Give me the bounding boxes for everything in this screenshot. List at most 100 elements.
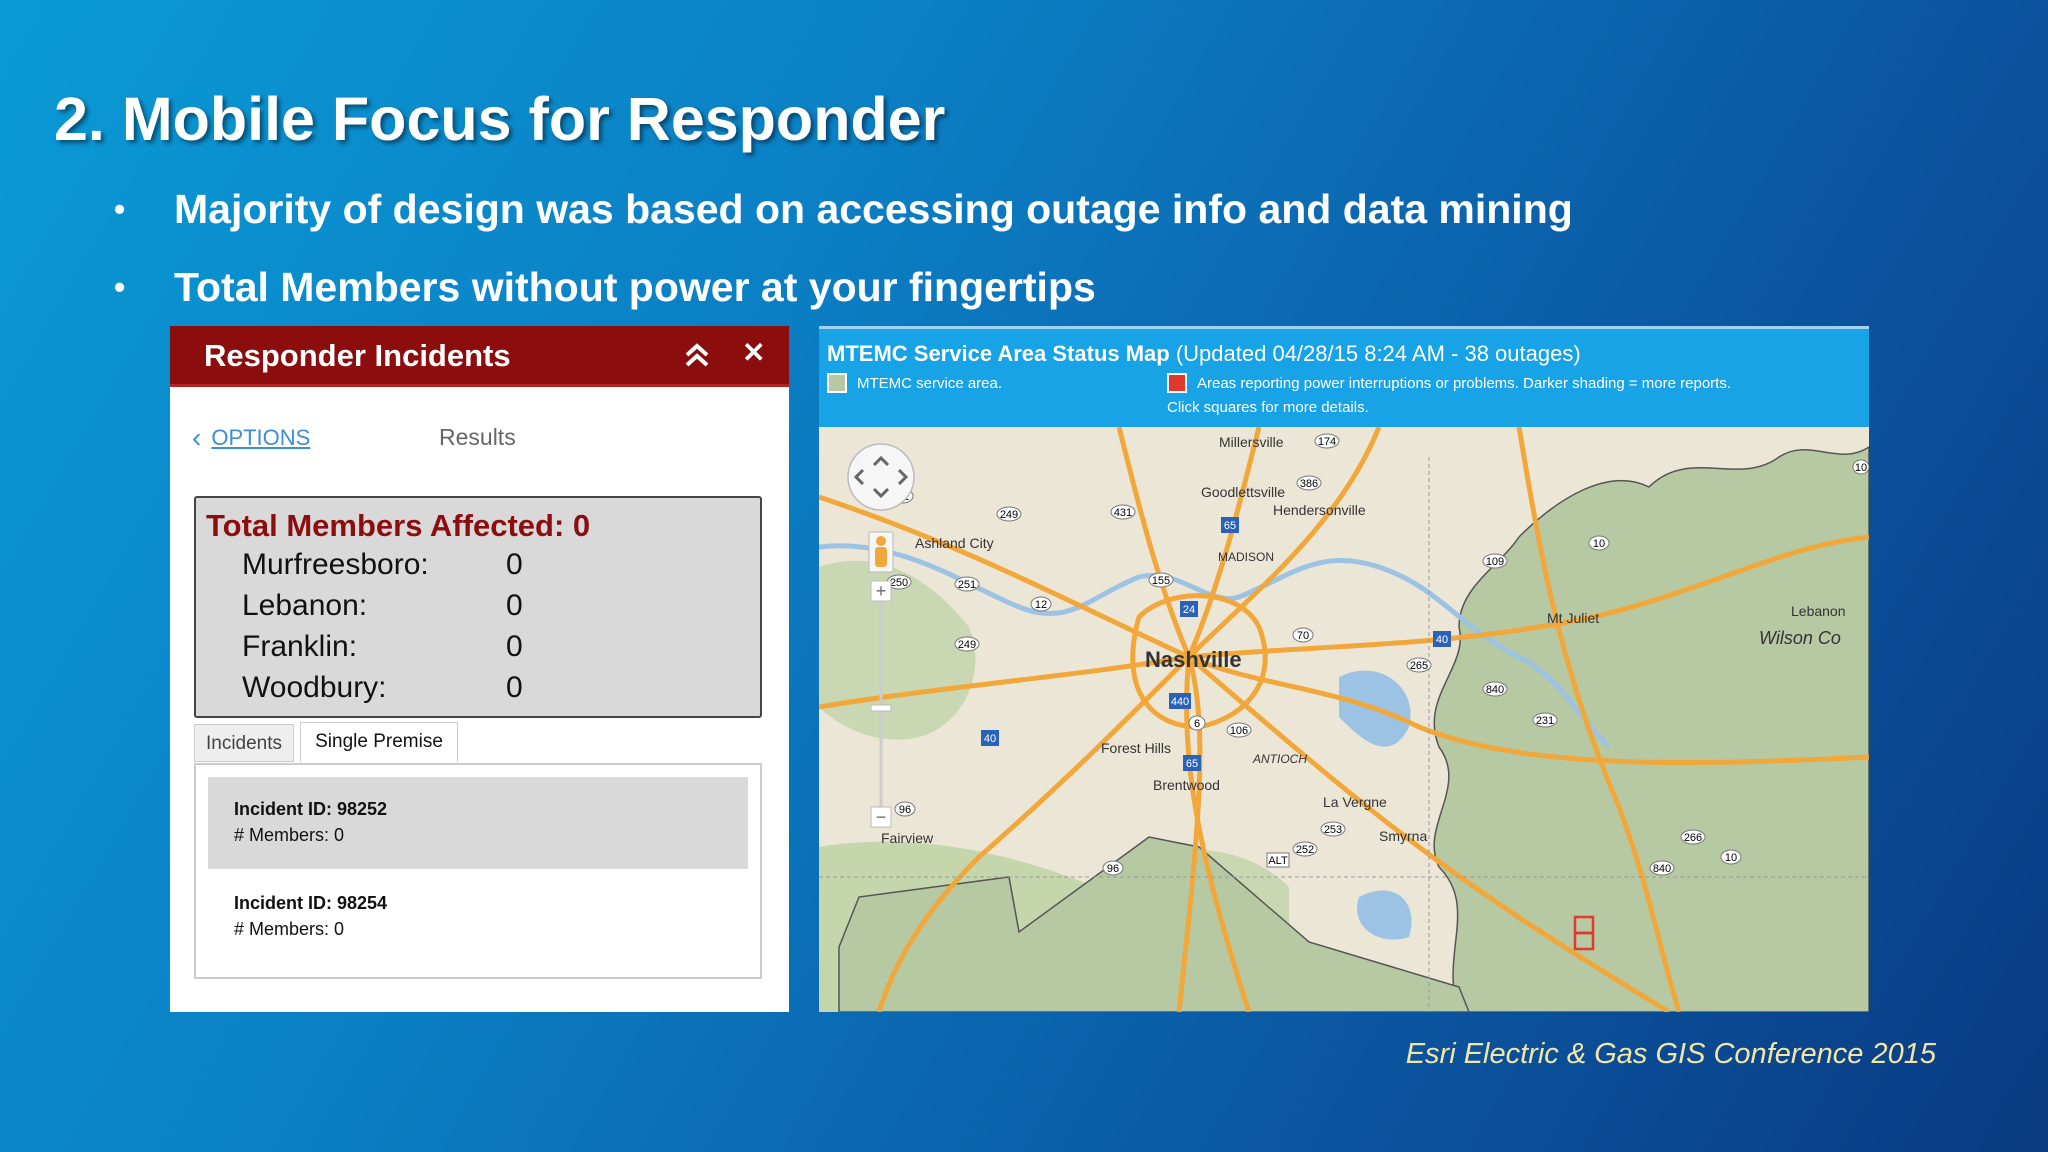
bullet-item: • Total Members without power at your fi… [110,256,1573,334]
route-shield: 440 [1171,696,1189,708]
map-title: MTEMC Service Area Status Map (Updated 0… [827,341,1581,367]
bullet-list: • Majority of design was based on access… [110,178,1573,334]
total-members-affected: Total Members Affected: 0 [206,508,591,543]
collapse-icon[interactable] [682,338,712,372]
incident-list: Incident ID: 98252 # Members: 0 Incident… [194,763,762,979]
members-summary-box: Total Members Affected: 0 Murfreesboro: … [194,496,762,718]
service-area-swatch [827,373,847,393]
map-title-updated: (Updated 04/28/15 8:24 AM - 38 outages) [1169,341,1581,366]
route-shield: 231 [1536,715,1554,727]
place-label: MADISON [1218,550,1274,564]
route-shield: 265 [1410,660,1428,672]
route-shield: 96 [899,804,911,816]
slide-title: 2. Mobile Focus for Responder [54,85,946,153]
panel-title: Responder Incidents [204,338,511,373]
incident-members: # Members: 0 [234,825,345,845]
place-label: Goodlettsville [1201,484,1285,500]
area-name: Lebanon: [242,589,368,622]
place-label: Wilson Co [1759,628,1841,648]
route-shield: 24 [1183,604,1195,616]
route-shield: 840 [1653,863,1671,875]
area-value: 0 [506,671,523,704]
place-label: Millersville [1219,434,1284,450]
tab-single-premise[interactable]: Single Premise [300,722,458,762]
route-shield: 253 [1324,824,1342,836]
area-value: 0 [506,589,523,622]
map-title-main: MTEMC Service Area Status Map [827,341,1170,366]
close-icon[interactable]: ✕ [742,336,765,369]
conference-footer: Esri Electric & Gas GIS Conference 2015 [1405,1038,1936,1070]
area-value: 0 [506,630,523,663]
place-label: La Vergne [1323,794,1387,810]
route-shield: 386 [1300,478,1318,490]
route-shield: 70 [1297,630,1309,642]
slide: 2. Mobile Focus for Responder • Majority… [0,0,2048,1152]
bullet-text: Total Members without power at your fing… [174,264,1096,310]
place-label: Forest Hills [1101,740,1171,756]
route-shield: 431 [1114,507,1132,519]
place-label: Brentwood [1153,777,1220,793]
options-label: OPTIONS [211,425,311,450]
results-label: Results [439,424,516,450]
route-shield: 40 [984,733,996,745]
route-shield: 6 [1194,718,1200,730]
bullet-dot: • [114,269,126,305]
route-shield: 155 [1152,575,1170,587]
responder-incidents-panel: Responder Incidents ✕ ‹ OPTIONS Results T… [170,326,789,1012]
place-label: Smyrna [1379,828,1427,844]
route-shield: 106 [1230,725,1248,737]
area-row: Woodbury: 0 [242,671,523,705]
incident-item[interactable]: Incident ID: 98254 # Members: 0 [208,871,748,963]
place-label: Ashland City [915,535,994,551]
area-name: Murfreesboro: [242,548,429,581]
incident-item[interactable]: Incident ID: 98252 # Members: 0 [208,777,748,869]
place-label: Lebanon [1791,603,1846,619]
route-shield: 10 [1725,852,1737,864]
route-shield: 65 [1224,520,1236,532]
place-label: Mt Juliet [1547,610,1599,626]
route-shield: 840 [1486,684,1504,696]
route-shield: 65 [1186,758,1198,770]
place-label: Nashville [1145,647,1242,672]
bullet-text: Majority of design was based on accessin… [174,186,1573,232]
route-shield: 251 [958,579,976,591]
legend-outage: Areas reporting power interruptions or p… [1197,375,1731,392]
route-shield: 249 [958,639,976,651]
area-row: Franklin: 0 [242,630,523,664]
incident-members: # Members: 0 [234,919,345,939]
route-shield: 12 [1035,599,1047,611]
street-view-pegman-icon[interactable] [868,531,894,573]
options-link[interactable]: ‹ OPTIONS [192,422,310,454]
zoom-slider-handle[interactable] [870,704,892,712]
route-shield: 266 [1684,832,1702,844]
place-label: Hendersonville [1273,502,1366,518]
legend-service-area: MTEMC service area. [857,375,1003,392]
route-shield: 249 [1000,509,1018,521]
bullet-item: • Majority of design was based on access… [110,178,1573,256]
route-shield: ALT [1268,855,1288,867]
route-shield: 10 [1593,538,1605,550]
panel-header: Responder Incidents ✕ [170,326,789,387]
area-name: Woodbury: [242,671,387,704]
place-label: Fairview [881,830,934,846]
area-row: Lebanon: 0 [242,589,523,623]
chevron-left-icon: ‹ [192,422,202,453]
route-shield: 252 [1296,844,1314,856]
incident-id: Incident ID: 98254 [234,893,388,913]
tab-incidents[interactable]: Incidents [194,724,294,762]
map-canvas[interactable]: Millersville Goodlettsville Hendersonvil… [819,427,1869,1012]
route-shield: 40 [1436,634,1448,646]
outage-swatch [1167,373,1187,393]
route-shield: 109 [1486,556,1504,568]
route-shield: 96 [1107,863,1119,875]
route-shield: 174 [1318,436,1336,448]
map-header: MTEMC Service Area Status Map (Updated 0… [819,326,1869,427]
legend-outage-hint: Click squares for more details. [1167,399,1369,416]
incident-id: Incident ID: 98252 [234,799,388,819]
service-area-map-panel: MTEMC Service Area Status Map (Updated 0… [819,326,1869,1012]
area-value: 0 [506,548,523,581]
pan-control[interactable] [847,443,915,511]
route-shield: 10 [1855,462,1867,474]
area-row: Murfreesboro: 0 [242,548,523,582]
area-name: Franklin: [242,630,358,663]
